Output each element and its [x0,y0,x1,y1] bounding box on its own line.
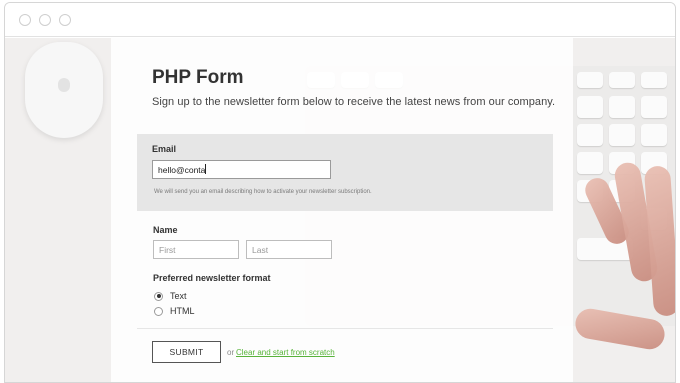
radio-unchecked-icon[interactable] [154,306,163,316]
key [577,124,603,146]
or-text: or [227,348,235,357]
key [609,72,635,88]
finger-image [643,165,675,317]
window-maximize-button[interactable] [59,14,71,26]
key [577,152,603,174]
text-caret [205,164,207,174]
key [609,124,635,146]
radio-checked-icon[interactable] [154,291,163,301]
window-close-button[interactable] [19,14,31,26]
divider [137,328,553,329]
first-name-input[interactable]: First [153,240,239,259]
last-name-input[interactable]: Last [246,240,332,259]
key [577,238,633,260]
key [641,96,667,118]
apple-logo-icon [58,78,70,92]
thumb-image [573,306,667,352]
page-subtitle: Sign up to the newsletter form below to … [152,96,556,108]
browser-window: PHP Form Sign up to the newsletter form … [4,2,676,383]
php-form: PHP Form Sign up to the newsletter form … [111,38,573,382]
submit-button[interactable]: SUBMIT [152,341,221,363]
format-option-text[interactable]: Text [154,291,187,301]
email-label: Email [152,144,177,154]
window-titlebar [5,3,675,37]
email-section: Email hello@conta We will send you an em… [137,134,553,211]
key [609,96,635,118]
page-title: PHP Form [152,67,244,88]
key [641,72,667,88]
clear-form-link[interactable]: Clear and start from scratch [236,348,335,357]
format-option-label: Text [170,291,187,301]
format-option-label: HTML [170,306,195,316]
email-help-text: We will send you an email describing how… [154,189,372,195]
name-label: Name [153,225,178,235]
window-minimize-button[interactable] [39,14,51,26]
email-input[interactable]: hello@conta [152,160,331,179]
mouse-image [25,42,103,138]
key [577,72,603,88]
key [577,96,603,118]
format-option-html[interactable]: HTML [154,306,195,316]
key [641,124,667,146]
format-label: Preferred newsletter format [153,273,271,283]
email-input-value: hello@conta [158,165,206,175]
